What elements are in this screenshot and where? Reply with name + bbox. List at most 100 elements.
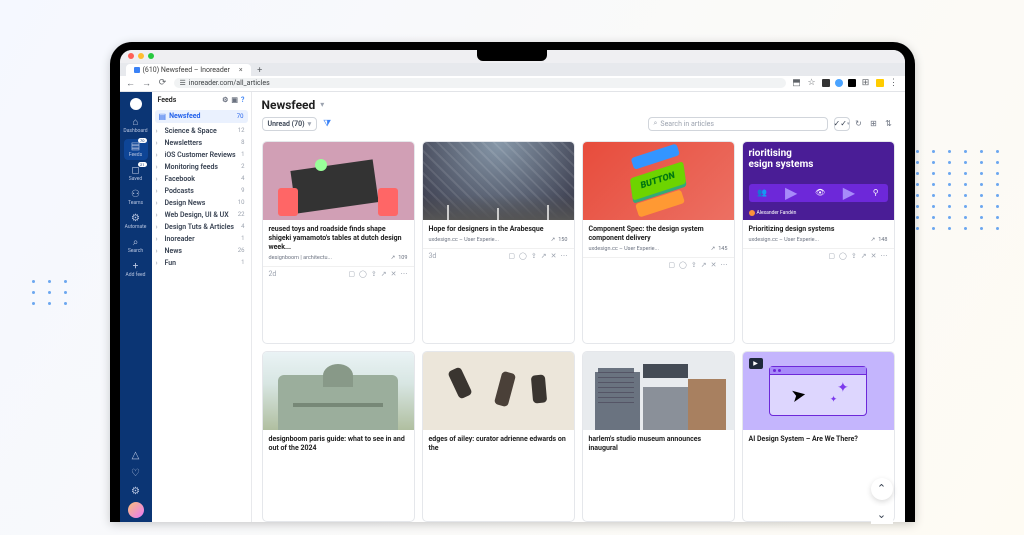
sidebar-folder[interactable]: › Facebook 4 <box>152 173 251 185</box>
folder-count: 22 <box>238 211 245 218</box>
card-thumbnail <box>423 142 574 220</box>
sidebar-folder[interactable]: › iOS Customer Reviews 1 <box>152 149 251 161</box>
user-avatar[interactable] <box>128 502 144 518</box>
article-card[interactable]: rioritisingesign systems 👥▶👁▶⚲ Alexander… <box>742 141 895 345</box>
read-later-icon[interactable]: ◯ <box>679 261 687 269</box>
rail-saved[interactable]: 21◻Saved <box>124 163 148 184</box>
more-icon[interactable]: ⋯ <box>721 261 728 269</box>
forward-button[interactable]: → <box>142 78 152 89</box>
bookmark-icon[interactable]: ▢ <box>508 252 515 260</box>
open-icon[interactable]: ↗ <box>541 252 547 260</box>
sidebar-folder[interactable]: › Monitoring feeds 2 <box>152 161 251 173</box>
sidebar-folder[interactable]: › Web Design, UI & UX 22 <box>152 209 251 221</box>
sidebar-folder[interactable]: › Design News 10 <box>152 197 251 209</box>
article-card[interactable]: Hope for designers in the Arabesqueuxdes… <box>422 141 575 345</box>
rail-teams[interactable]: ⚇Teams <box>124 187 148 208</box>
open-icon[interactable]: ↗ <box>381 270 387 278</box>
sidebar-folder[interactable]: › Fun 1 <box>152 257 251 269</box>
sidebar-newsfeed-count: 70 <box>237 113 244 120</box>
browser-tab-active[interactable]: (610) Newsfeed – Inoreader × <box>126 64 251 76</box>
title-dropdown-icon[interactable]: ▾ <box>320 100 324 109</box>
upload-icon[interactable]: ⇪ <box>851 252 857 260</box>
upload-icon[interactable]: ⇪ <box>531 252 537 260</box>
article-card[interactable]: harlem's studio museum announces inaugur… <box>582 351 735 521</box>
install-icon[interactable]: ⬒ <box>792 78 802 88</box>
browser-menu-icon[interactable]: ⋮ <box>889 78 899 88</box>
more-icon[interactable]: ⋯ <box>401 270 408 278</box>
sort-icon[interactable]: ⇅ <box>883 117 895 131</box>
bookmark-star-icon[interactable]: ☆ <box>807 78 817 88</box>
rail-search[interactable]: ⌕Search <box>124 235 148 256</box>
extension-2[interactable] <box>835 79 843 87</box>
share-stat-icon: ↗ <box>391 255 396 261</box>
window-close[interactable] <box>128 53 134 59</box>
site-info-icon[interactable]: ☰ <box>180 79 186 87</box>
extension-3[interactable] <box>848 79 856 87</box>
bookmark-icon[interactable]: ▢ <box>668 261 675 269</box>
expand-button[interactable]: ⌄ <box>871 506 893 524</box>
rail-feeds[interactable]: 70▤Feeds <box>124 139 148 160</box>
folder-name: Web Design, UI & UX <box>165 211 235 219</box>
sidebar-folder[interactable]: › Science & Space 12 <box>152 125 251 137</box>
sidebar-item-newsfeed[interactable]: ▤ Newsfeed 70 <box>155 110 248 123</box>
article-card[interactable]: edges of ailey: curator adrienne edwards… <box>422 351 575 521</box>
read-later-icon[interactable]: ◯ <box>359 270 367 278</box>
address-bar[interactable]: ☰ inoreader.com/all_articles <box>174 78 786 88</box>
dismiss-icon[interactable]: ✕ <box>391 270 397 278</box>
rail-settings[interactable]: ⚙ <box>124 484 148 499</box>
search-input[interactable]: ⌕ Search in articles <box>648 117 828 131</box>
article-card[interactable]: BUTTON Component Spec: the design system… <box>582 141 735 345</box>
gear-icon[interactable]: ⚙ <box>222 96 228 104</box>
dismiss-icon[interactable]: ✕ <box>551 252 557 260</box>
grid-view-icon[interactable]: ⊞ <box>868 117 880 131</box>
reload-button[interactable]: ⟳ <box>158 78 168 88</box>
rail-notifications[interactable]: ♡ <box>124 466 148 481</box>
new-tab-button[interactable]: + <box>255 66 265 76</box>
read-later-icon[interactable]: ◯ <box>839 252 847 260</box>
sidebar-folder[interactable]: › Inoreader 1 <box>152 233 251 245</box>
chevron-right-icon: › <box>156 235 162 243</box>
folder-add-icon[interactable]: ▣ <box>231 96 238 104</box>
dismiss-icon[interactable]: ✕ <box>871 252 877 260</box>
window-maximize[interactable] <box>148 53 154 59</box>
help-icon[interactable]: ? <box>241 96 244 104</box>
card-age: 3d <box>429 252 437 260</box>
more-icon[interactable]: ⋯ <box>561 252 568 260</box>
tab-close-icon[interactable]: × <box>239 66 243 74</box>
article-card[interactable]: ▶ ➤ ✦ ✦ AI Design System – Are We There? <box>742 351 895 521</box>
more-icon[interactable]: ⋯ <box>881 252 888 260</box>
upload-icon[interactable]: ⇪ <box>371 270 377 278</box>
rail-mute[interactable]: △ <box>124 448 148 463</box>
extension-4[interactable] <box>876 79 884 87</box>
teams-icon: ⚇ <box>130 189 141 200</box>
dismiss-icon[interactable]: ✕ <box>711 261 717 269</box>
sidebar-folder[interactable]: › Newsletters 8 <box>152 137 251 149</box>
folder-name: Inoreader <box>165 235 239 243</box>
upload-icon[interactable]: ⇪ <box>691 261 697 269</box>
open-icon[interactable]: ↗ <box>861 252 867 260</box>
mark-read-button[interactable]: ✓✓ ▾ <box>834 117 850 131</box>
filter-icon[interactable]: ⧩ <box>323 119 331 129</box>
article-card[interactable]: designboom paris guide: what to see in a… <box>262 351 415 521</box>
extension-1[interactable] <box>822 79 830 87</box>
bookmark-icon[interactable]: ▢ <box>348 270 355 278</box>
rail-automate[interactable]: ⚙Automate <box>124 211 148 232</box>
card-thumbnail <box>583 352 734 430</box>
rail-add-feed[interactable]: +Add feed <box>124 259 148 280</box>
window-minimize[interactable] <box>138 53 144 59</box>
rail-logo[interactable] <box>124 96 148 112</box>
sidebar-folder[interactable]: › News 26 <box>152 245 251 257</box>
rail-dashboard[interactable]: ⌂Dashboard <box>124 115 148 136</box>
back-button[interactable]: ← <box>126 78 136 89</box>
article-card[interactable]: reused toys and roadside finds shape shi… <box>262 141 415 345</box>
read-later-icon[interactable]: ◯ <box>519 252 527 260</box>
extensions-menu-icon[interactable]: ⊞ <box>861 78 871 88</box>
unread-filter-button[interactable]: Unread (70) ▾ <box>262 117 318 131</box>
sidebar-folder[interactable]: › Design Tuts & Articles 4 <box>152 221 251 233</box>
bookmark-icon[interactable]: ▢ <box>828 252 835 260</box>
refresh-icon[interactable]: ↻ <box>853 117 865 131</box>
open-icon[interactable]: ↗ <box>701 261 707 269</box>
sidebar-title: Feeds <box>158 96 177 104</box>
scroll-top-button[interactable]: ⌃ <box>871 478 893 500</box>
sidebar-folder[interactable]: › Podcasts 9 <box>152 185 251 197</box>
